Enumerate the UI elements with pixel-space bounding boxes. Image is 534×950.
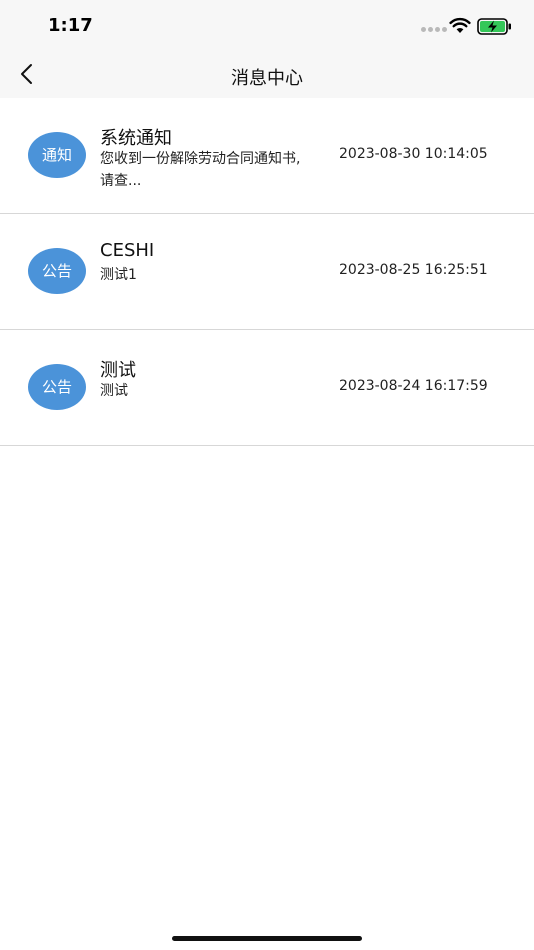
message-preview: 测试 — [100, 383, 128, 399]
message-title: 系统通知 — [100, 128, 172, 149]
message-timestamp: 2023-08-24 16:17:59 — [339, 378, 488, 394]
home-indicator[interactable] — [172, 936, 362, 941]
nav-bar: 消息中心 — [0, 52, 534, 98]
message-item-test[interactable]: 公告 测试 测试 2023-08-24 16:17:59 — [0, 330, 534, 446]
message-type-badge: 公告 — [28, 364, 86, 410]
page-title: 消息中心 — [231, 68, 303, 89]
message-type-badge: 公告 — [28, 248, 86, 294]
status-bar: 1:17 — [0, 0, 534, 52]
message-timestamp: 2023-08-25 16:25:51 — [339, 262, 488, 278]
message-item-ceshi[interactable]: 公告 CESHI 测试1 2023-08-25 16:25:51 — [0, 214, 534, 330]
message-preview: 您收到一份解除劳动合同通知书,请查... — [100, 151, 301, 189]
message-preview: 测试1 — [100, 267, 137, 283]
screen: 1:17 消息中心 通知 系统通知 您收到一份解除劳动合同通知书,请查... 2… — [0, 0, 534, 950]
message-title: CESHI — [100, 240, 155, 261]
message-title: 测试 — [100, 360, 136, 381]
battery-charging-icon — [477, 18, 511, 35]
cellular-signal-icon — [421, 27, 447, 32]
wifi-icon — [449, 17, 471, 33]
message-list: 通知 系统通知 您收到一份解除劳动合同通知书,请查... 2023-08-30 … — [0, 98, 534, 446]
status-time: 1:17 — [48, 15, 93, 36]
message-timestamp: 2023-08-30 10:14:05 — [339, 146, 488, 162]
message-type-badge: 通知 — [28, 132, 86, 178]
message-item-system-notice[interactable]: 通知 系统通知 您收到一份解除劳动合同通知书,请查... 2023-08-30 … — [0, 98, 534, 214]
